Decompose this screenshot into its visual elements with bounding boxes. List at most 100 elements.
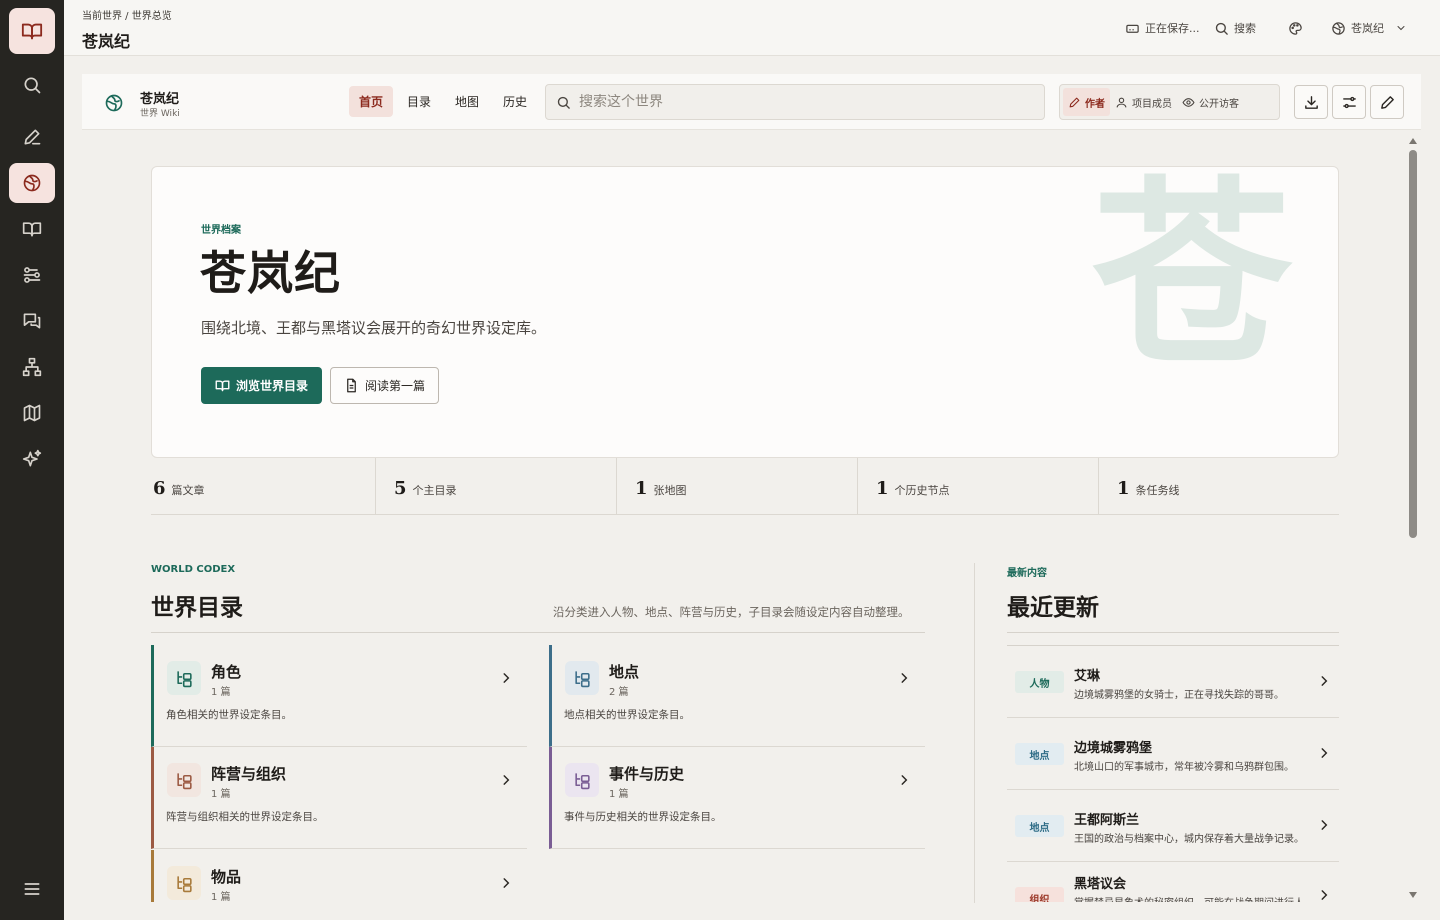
category-count: 1 篇 [211, 687, 231, 698]
rail-relations[interactable] [9, 347, 55, 387]
tab-catalog[interactable]: 目录 [397, 86, 441, 117]
search-icon [1215, 22, 1228, 35]
category-title: 事件与历史 [609, 765, 685, 783]
scroll-up-arrow-icon[interactable] [1409, 138, 1417, 144]
save-status: 正在保存... [1125, 18, 1200, 38]
save-status-label: 正在保存... [1145, 22, 1200, 35]
recent-type-badge: 组织 [1015, 887, 1064, 902]
tab-home[interactable]: 首页 [349, 86, 394, 117]
codex-rule [151, 632, 925, 633]
stat-label: 个主目录 [412, 484, 457, 497]
world-tabs: 首页 目录 地图 历史 [349, 86, 537, 117]
category-count: 1 篇 [211, 892, 231, 903]
rail-search[interactable] [9, 65, 55, 105]
recent-item[interactable]: 组织 黑塔议会 掌握禁忌星象术的秘密组织，可能在战争期间进行人体实验。 [1007, 862, 1339, 902]
sliders-icon [1342, 96, 1356, 108]
rail-ai[interactable] [9, 439, 55, 479]
codex-eyebrow: WORLD CODEX [151, 564, 236, 575]
user-icon [1116, 97, 1127, 107]
app-logo[interactable] [9, 8, 55, 54]
search-icon [557, 96, 570, 109]
category-description: 地点相关的世界设定条目。 [564, 709, 690, 721]
world-search [545, 84, 1045, 120]
stat-history: 1 个历史节点 [858, 458, 1099, 514]
recent-item[interactable]: 地点 王都阿斯兰 王国的政治与档案中心，城内保存着大量战争记录。 [1007, 790, 1339, 862]
rail-discussion[interactable] [9, 301, 55, 341]
top-header: 当前世界 / 世界总览 苍岚纪 正在保存... 搜索 苍岚纪 [64, 0, 1440, 56]
tab-map[interactable]: 地图 [445, 86, 489, 117]
header-search-button[interactable]: 搜索 [1214, 18, 1256, 38]
category-card-history[interactable]: 事件与历史 1 篇 事件与历史相关的世界设定条目。 [549, 747, 925, 849]
theme-button[interactable] [1288, 18, 1303, 38]
book-icon [22, 222, 42, 237]
recent-item[interactable]: 人物 艾琳 边境城雾鸦堡的女骑士，正在寻找失踪的哥哥。 [1007, 646, 1339, 718]
world-subtitle: 世界 Wiki [140, 109, 180, 119]
save-drive-icon [1126, 24, 1139, 33]
timeline-icon [23, 267, 41, 283]
category-icon-wrap [565, 763, 599, 797]
hero-description: 围绕北境、王都与黑塔议会展开的奇幻世界设定库。 [201, 319, 547, 337]
rail-world[interactable] [9, 163, 55, 203]
role-member[interactable]: 项目成员 [1110, 88, 1177, 116]
export-button[interactable] [1294, 85, 1328, 119]
chevron-down-icon [1397, 26, 1405, 31]
rail-map[interactable] [9, 393, 55, 433]
world-switcher[interactable]: 苍岚纪 [1331, 18, 1407, 38]
edit-button[interactable] [1370, 85, 1404, 119]
role-visitor[interactable]: 公开访客 [1177, 88, 1244, 116]
recent-item[interactable]: 地点 边境城雾鸦堡 北境山口的军事城市，常年被冷雾和乌鸦群包围。 [1007, 718, 1339, 790]
category-card-factions[interactable]: 阵营与组织 1 篇 阵营与组织相关的世界设定条目。 [151, 747, 527, 849]
recent-item-desc: 北境山口的军事城市，常年被冷雾和乌鸦群包围。 [1074, 762, 1294, 773]
hero-watermark: 苍 [1092, 166, 1293, 392]
stat-articles: 6 篇文章 [151, 458, 376, 514]
world-search-input[interactable] [579, 94, 1019, 110]
download-icon [1304, 95, 1318, 109]
browse-catalog-button[interactable]: 浏览世界目录 [201, 367, 322, 404]
stat-number: 6 [153, 478, 166, 499]
map-icon [23, 404, 41, 422]
page-title: 苍岚纪 [82, 32, 131, 51]
read-first-button[interactable]: 阅读第一篇 [330, 367, 439, 404]
scroll-down-arrow-icon[interactable] [1409, 892, 1417, 898]
browse-catalog-label: 浏览世界目录 [235, 379, 308, 393]
globe-icon [23, 174, 41, 192]
stat-label: 张地图 [653, 484, 687, 497]
scroll-thumb[interactable] [1409, 150, 1417, 538]
rail-timeline[interactable] [9, 255, 55, 295]
chevron-right-icon [1321, 676, 1328, 686]
tab-history[interactable]: 历史 [493, 86, 537, 117]
pencil-icon [1069, 97, 1080, 107]
breadcrumb[interactable]: 当前世界 / 世界总览 [82, 7, 172, 22]
category-card-locations[interactable]: 地点 2 篇 地点相关的世界设定条目。 [549, 645, 925, 747]
chevron-right-icon [901, 673, 908, 683]
document-icon [347, 378, 356, 393]
codex-title: 世界目录 [151, 594, 243, 621]
stat-label: 条任务线 [1135, 484, 1180, 497]
rail-codex[interactable] [9, 209, 55, 249]
chevron-right-icon [1321, 820, 1328, 830]
chevron-right-icon [503, 673, 510, 683]
chevron-right-icon [901, 775, 908, 785]
stat-number: 5 [394, 478, 407, 499]
stat-number: 1 [876, 478, 889, 499]
category-card-items[interactable]: 物品 1 篇 [151, 850, 527, 903]
content-scrollbar[interactable] [1406, 134, 1420, 902]
category-title: 物品 [211, 868, 242, 886]
chat-icon [23, 313, 41, 329]
chevron-right-icon [1321, 890, 1328, 900]
world-stats: 6 篇文章 5 个主目录 1 张地图 1 个历史节点 1 条任务线 [151, 458, 1339, 515]
tree-structure-icon [574, 670, 590, 687]
rail-write[interactable] [9, 117, 55, 157]
recent-item-title: 艾琳 [1074, 669, 1101, 684]
rail-menu[interactable] [9, 869, 55, 909]
recent-eyebrow: 最新内容 [1007, 568, 1047, 579]
hierarchy-icon [22, 357, 42, 377]
role-author[interactable]: 作者 [1063, 88, 1110, 116]
stat-quests: 1 条任务线 [1099, 458, 1339, 514]
app-rail [0, 0, 64, 920]
recent-item-title: 黑塔议会 [1074, 877, 1127, 892]
category-card-characters[interactable]: 角色 1 篇 角色相关的世界设定条目。 [151, 645, 527, 747]
read-first-label: 阅读第一篇 [364, 379, 425, 393]
settings-button[interactable] [1332, 85, 1366, 119]
role-member-label: 项目成员 [1132, 98, 1172, 110]
